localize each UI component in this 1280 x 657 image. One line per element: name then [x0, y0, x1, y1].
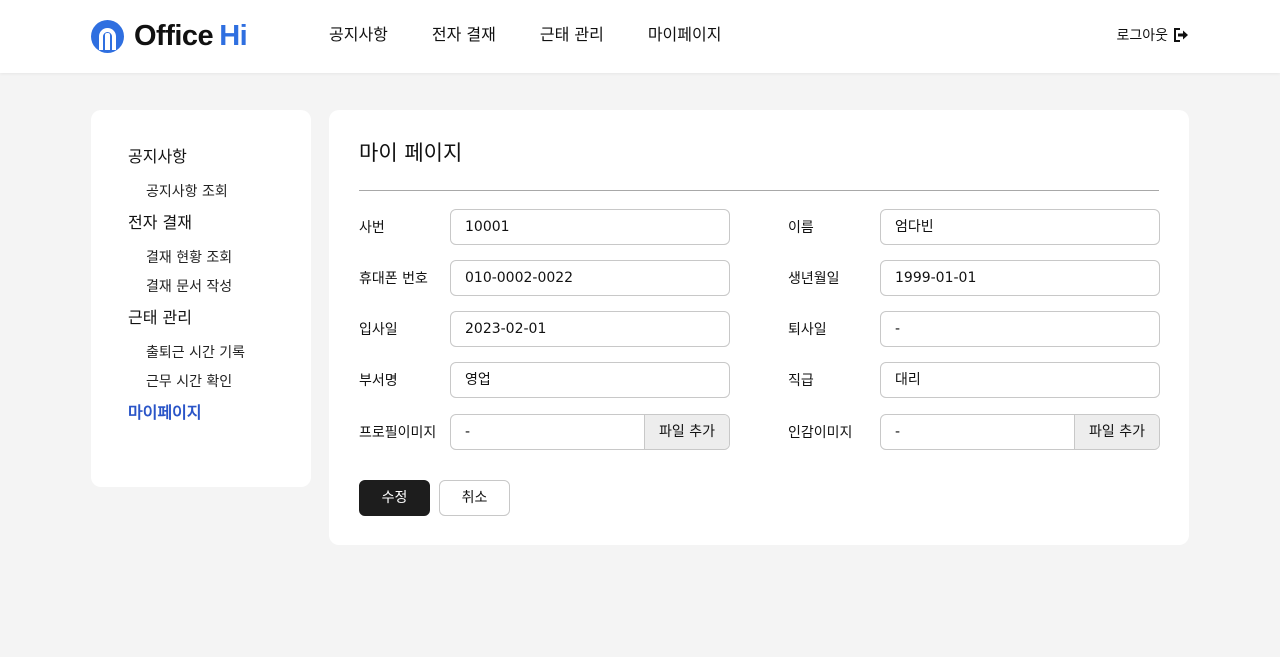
seal-image-add-button[interactable]: 파일 추가	[1074, 415, 1159, 449]
profile-image-add-button[interactable]: 파일 추가	[644, 415, 729, 449]
sidebar-group-mypage[interactable]: 마이페이지	[128, 402, 311, 424]
name-field[interactable]: 엄다빈	[880, 209, 1160, 245]
logout-icon	[1173, 28, 1189, 42]
emp-no-field[interactable]: 10001	[450, 209, 730, 245]
nav-item-notice[interactable]: 공지사항	[329, 24, 388, 46]
birth-label: 생년월일	[788, 271, 840, 287]
sidebar-item-attendance-record[interactable]: 출퇴근 시간 기록	[146, 343, 311, 363]
seal-image-input: - 파일 추가	[880, 414, 1160, 450]
join-date-field[interactable]: 2023-02-01	[450, 311, 730, 347]
emp-no-label: 사번	[359, 220, 385, 236]
profile-image-input: - 파일 추가	[450, 414, 730, 450]
sidebar-item-approval-status[interactable]: 결재 현황 조회	[146, 248, 311, 268]
nav-item-approval[interactable]: 전자 결재	[432, 24, 496, 46]
logo[interactable]: Office Hi	[91, 18, 248, 54]
leave-date-field[interactable]: -	[880, 311, 1160, 347]
page-title: 마이 페이지	[359, 141, 463, 165]
logout-label: 로그아웃	[1116, 28, 1168, 44]
seal-image-value[interactable]: -	[881, 415, 1074, 449]
sidebar-group-attendance[interactable]: 근태 관리	[128, 307, 311, 329]
sidebar: 공지사항 공지사항 조회 전자 결재 결재 현황 조회 결재 문서 작성 근태 …	[91, 110, 311, 487]
leave-date-label: 퇴사일	[788, 322, 827, 338]
logo-icon	[91, 19, 124, 53]
edit-button[interactable]: 수정	[359, 480, 430, 516]
name-label: 이름	[788, 220, 814, 236]
sidebar-item-notice-list[interactable]: 공지사항 조회	[146, 182, 311, 202]
phone-label: 휴대폰 번호	[359, 271, 428, 287]
sidebar-group-approval[interactable]: 전자 결재	[128, 212, 311, 234]
birth-field[interactable]: 1999-01-01	[880, 260, 1160, 296]
sidebar-group-notice[interactable]: 공지사항	[128, 146, 311, 168]
phone-field[interactable]: 010-0002-0022	[450, 260, 730, 296]
sidebar-item-approval-write[interactable]: 결재 문서 작성	[146, 277, 311, 297]
top-header: Office Hi 공지사항 전자 결재 근태 관리 마이페이지 로그아웃	[0, 0, 1280, 73]
nav-item-attendance[interactable]: 근태 관리	[540, 24, 604, 46]
rank-label: 직급	[788, 373, 814, 389]
logo-text: Office Hi	[134, 19, 248, 52]
divider	[359, 190, 1159, 191]
nav-item-mypage[interactable]: 마이페이지	[648, 24, 722, 46]
join-date-label: 입사일	[359, 322, 398, 338]
seal-image-label: 인감이미지	[788, 425, 853, 441]
dept-field[interactable]: 영업	[450, 362, 730, 398]
rank-field[interactable]: 대리	[880, 362, 1160, 398]
profile-image-label: 프로필이미지	[359, 425, 437, 441]
dept-label: 부서명	[359, 373, 398, 389]
logout-button[interactable]: 로그아웃	[1116, 25, 1189, 45]
profile-image-value[interactable]: -	[451, 415, 644, 449]
cancel-button[interactable]: 취소	[439, 480, 510, 516]
top-nav: 공지사항 전자 결재 근태 관리 마이페이지	[329, 24, 765, 46]
mypage-card: 마이 페이지 사번 10001 이름 엄다빈 휴대폰 번호 010-0002-0…	[329, 110, 1189, 545]
sidebar-item-attendance-check[interactable]: 근무 시간 확인	[146, 372, 311, 392]
